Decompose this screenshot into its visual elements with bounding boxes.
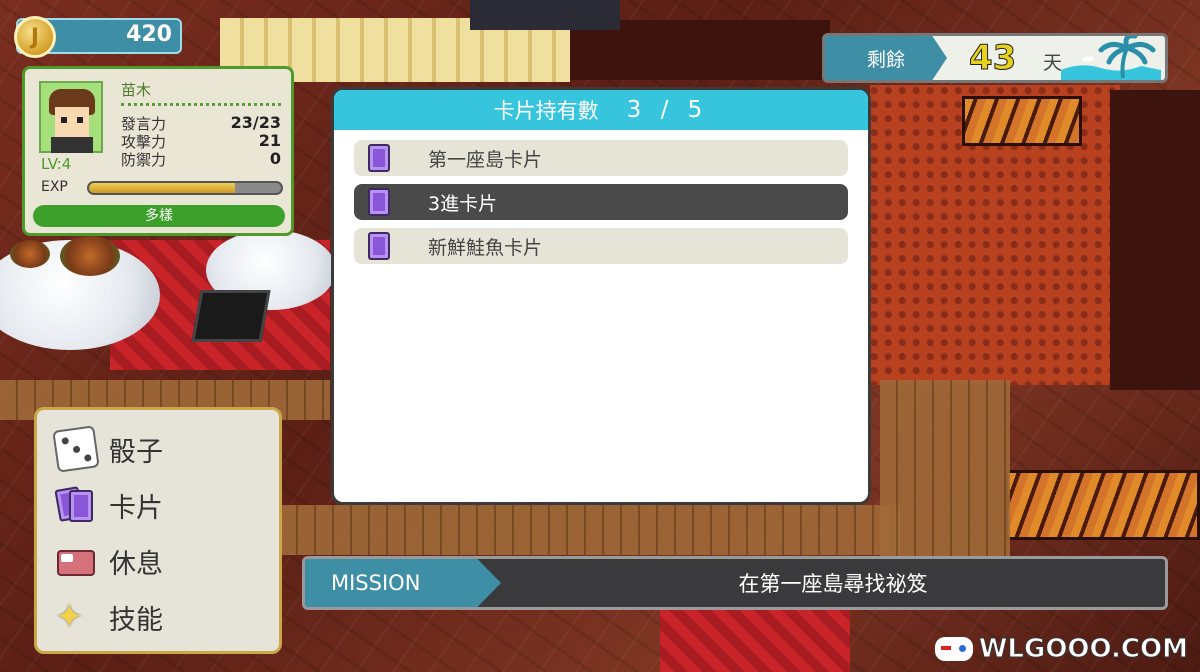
- days-label: 剩餘: [825, 36, 947, 80]
- action-menu: 骰子 卡片 休息 ✦ 技能: [34, 407, 282, 654]
- watermark: WLGOOO.COM: [934, 634, 1189, 665]
- level-label: LV:4: [41, 155, 72, 173]
- card-name: 3進卡片: [428, 192, 498, 215]
- exp-bar: [87, 181, 283, 195]
- mission-bar: MISSION 在第一座島尋找祕笈: [302, 556, 1168, 610]
- mission-text: 在第一座島尋找祕笈: [738, 572, 928, 596]
- card-name: 新鮮鮭魚卡片: [428, 236, 543, 259]
- character-name: 苗木: [121, 81, 152, 99]
- monitor-prop: [191, 290, 271, 342]
- days-remaining-panel: 剩餘 43 天: [822, 33, 1168, 83]
- card-inventory-dialog: 卡片持有數 3 / 5 第一座島卡片 3進卡片 新鮮鮭魚卡片: [331, 87, 871, 505]
- tiger-rug-2: [1005, 470, 1200, 540]
- stat-value: 0: [269, 149, 281, 168]
- red-carpet-2: [660, 610, 850, 672]
- food-plate-2: [60, 236, 120, 276]
- card-count: 3 / 5: [626, 97, 709, 123]
- card-icon: [368, 144, 390, 172]
- dialog-title: 卡片持有數: [493, 99, 599, 123]
- card-item-selected[interactable]: 3進卡片: [354, 184, 848, 220]
- coin-value: 420: [126, 22, 172, 47]
- menu-item-dice[interactable]: 骰子: [52, 425, 163, 473]
- menu-item-label: 骰子: [109, 436, 163, 468]
- card-item[interactable]: 第一座島卡片: [354, 140, 848, 176]
- card-icon: [368, 232, 390, 260]
- gamepad-icon: [934, 637, 973, 661]
- character-status-panel: 苗木 發言力 23/23 攻擊力 21 防禦力 0 LV:4 EXP 多樣: [22, 66, 294, 236]
- menu-item-cards[interactable]: 卡片: [54, 484, 163, 526]
- menu-item-skill[interactable]: ✦ 技能: [55, 596, 163, 638]
- tiger-rug: [962, 96, 1082, 146]
- cards-icon: [54, 484, 97, 526]
- shelf: [470, 0, 620, 30]
- coin-icon: J: [14, 16, 56, 58]
- card-icon: [368, 188, 390, 216]
- card-list: 第一座島卡片 3進卡片 新鮮鮭魚卡片: [334, 130, 868, 282]
- stat-row: 防禦力 0: [121, 149, 281, 170]
- character-avatar: [39, 81, 103, 153]
- mission-label: MISSION: [305, 559, 501, 607]
- days-value: 43: [968, 38, 1017, 79]
- bed-icon: [55, 540, 97, 582]
- menu-item-label: 休息: [109, 548, 163, 580]
- sparkle-icon: ✦: [55, 597, 84, 637]
- menu-item-label: 技能: [109, 604, 163, 636]
- coin-counter: J 420: [14, 16, 182, 58]
- menu-item-label: 卡片: [109, 492, 163, 524]
- card-name: 第一座島卡片: [428, 148, 543, 171]
- dialog-header: 卡片持有數 3 / 5: [334, 90, 868, 130]
- stat-label: 防禦力: [121, 151, 167, 169]
- wall-right: [1110, 90, 1200, 390]
- exp-label: EXP: [41, 179, 68, 195]
- card-item[interactable]: 新鮮鮭魚卡片: [354, 228, 848, 264]
- days-unit: 天: [1043, 52, 1063, 74]
- palm-tree-icon: [1061, 36, 1161, 80]
- menu-item-rest[interactable]: 休息: [55, 540, 163, 582]
- dice-icon: [52, 425, 100, 473]
- exp-bar-fill: [89, 183, 235, 193]
- food-plate: [10, 240, 50, 268]
- wood-floor-3: [880, 380, 1010, 560]
- divider: [121, 103, 281, 106]
- wood-floor-2: [280, 505, 900, 555]
- watermark-text: WLGOOO.COM: [978, 634, 1188, 665]
- status-bar: 多樣: [33, 205, 285, 227]
